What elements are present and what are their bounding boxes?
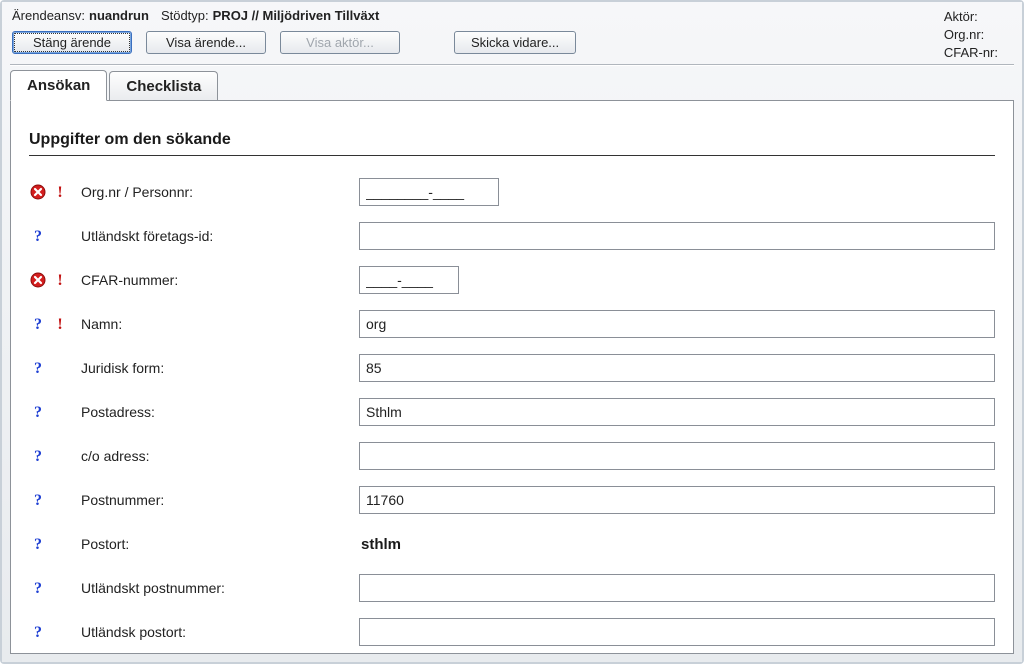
help-icon: [29, 447, 47, 465]
required-icon: [51, 315, 69, 333]
header-label-orgnr: Org.nr:: [944, 27, 984, 42]
show-actor-button: Visa aktör...: [280, 31, 400, 54]
help-icon: [29, 403, 47, 421]
field-value-col: [359, 574, 995, 602]
icon-col: [29, 183, 73, 201]
icon-col: [29, 447, 73, 465]
input-utl_postort[interactable]: [359, 618, 995, 646]
header-value-arendeansv: nuandrun: [89, 8, 149, 23]
error-icon: [29, 271, 47, 289]
icon-col: [29, 623, 73, 641]
form-row-utl_foretags_id: Utländskt företags-id:: [29, 214, 995, 258]
input-utl_foretags_id[interactable]: [359, 222, 995, 250]
form-row-orgnr_personnr: Org.nr / Personnr:: [29, 170, 995, 214]
field-label: Org.nr / Personnr:: [81, 184, 351, 200]
help-icon: [29, 315, 47, 333]
input-postnummer[interactable]: [359, 486, 995, 514]
field-value-col: [359, 618, 995, 646]
help-icon: [29, 623, 47, 641]
icon-col: [29, 271, 73, 289]
close-case-button[interactable]: Stäng ärende: [12, 31, 132, 54]
help-icon: [29, 491, 47, 509]
help-icon: [29, 359, 47, 377]
form-row-utl_postnummer: Utländskt postnummer:: [29, 566, 995, 610]
input-juridisk_form[interactable]: [359, 354, 995, 382]
header-label-cfarnr: CFAR-nr:: [944, 45, 998, 60]
field-value-col: [359, 310, 995, 338]
field-label: Namn:: [81, 316, 351, 332]
field-label: Juridisk form:: [81, 360, 351, 376]
field-label: CFAR-nummer:: [81, 272, 351, 288]
icon-col: [29, 359, 73, 377]
help-icon: [29, 227, 47, 245]
icon-col: [29, 491, 73, 509]
header-label-aktor: Aktör:: [944, 9, 978, 24]
toolbar: Stäng ärende Visa ärende... Visa aktör..…: [2, 25, 1022, 64]
input-postadress[interactable]: [359, 398, 995, 426]
field-label: c/o adress:: [81, 448, 351, 464]
field-value-col: [359, 178, 995, 206]
icon-col: [29, 579, 73, 597]
header-label-stodtyp: Stödtyp:: [161, 8, 209, 23]
form-row-postadress: Postadress:: [29, 390, 995, 434]
field-value-col: [359, 266, 995, 294]
show-case-button[interactable]: Visa ärende...: [146, 31, 266, 54]
form-row-cfar_nummer: CFAR-nummer:: [29, 258, 995, 302]
field-value-col: [359, 354, 995, 382]
field-label: Utländsk postort:: [81, 624, 351, 640]
tab-checklista[interactable]: Checklista: [109, 71, 218, 101]
form-row-postnummer: Postnummer:: [29, 478, 995, 522]
input-cfar_nummer[interactable]: [359, 266, 459, 294]
forward-button[interactable]: Skicka vidare...: [454, 31, 576, 54]
required-icon: [51, 271, 69, 289]
field-label: Utländskt företags-id:: [81, 228, 351, 244]
field-label: Utländskt postnummer:: [81, 580, 351, 596]
input-namn[interactable]: [359, 310, 995, 338]
field-value-col: [359, 442, 995, 470]
icon-col: [29, 227, 73, 245]
error-icon: [29, 183, 47, 201]
divider: [10, 64, 1014, 66]
icon-col: [29, 315, 73, 333]
field-label: Postort:: [81, 536, 351, 552]
content-panel: Uppgifter om den sökande Org.nr / Person…: [10, 101, 1014, 654]
form-row-utl_postort: Utländsk postort:: [29, 610, 995, 654]
input-utl_postnummer[interactable]: [359, 574, 995, 602]
help-icon: [29, 535, 47, 553]
field-value-col: [359, 486, 995, 514]
input-co_adress[interactable]: [359, 442, 995, 470]
tabs: Ansökan Checklista: [10, 70, 1014, 101]
required-icon: [51, 183, 69, 201]
header-value-stodtyp: PROJ // Miljödriven Tillväxt: [213, 8, 380, 23]
field-value-col: [359, 398, 995, 426]
tab-ansokan[interactable]: Ansökan: [10, 70, 107, 101]
form-row-namn: Namn:: [29, 302, 995, 346]
header-label-arendeansv: Ärendeansv:: [12, 8, 85, 23]
field-value-col: sthlm: [359, 536, 995, 553]
static-postort: sthlm: [359, 536, 401, 553]
field-value-col: [359, 222, 995, 250]
help-icon: [29, 579, 47, 597]
form-row-co_adress: c/o adress:: [29, 434, 995, 478]
icon-col: [29, 535, 73, 553]
form-row-juridisk_form: Juridisk form:: [29, 346, 995, 390]
form-row-postort: Postort: sthlm: [29, 522, 995, 566]
section-title: Uppgifter om den sökande: [29, 131, 995, 156]
icon-col: [29, 403, 73, 421]
field-label: Postadress:: [81, 404, 351, 420]
input-orgnr_personnr[interactable]: [359, 178, 499, 206]
header-right-block: Aktör: Org.nr: CFAR-nr:: [944, 8, 998, 63]
field-label: Postnummer:: [81, 492, 351, 508]
